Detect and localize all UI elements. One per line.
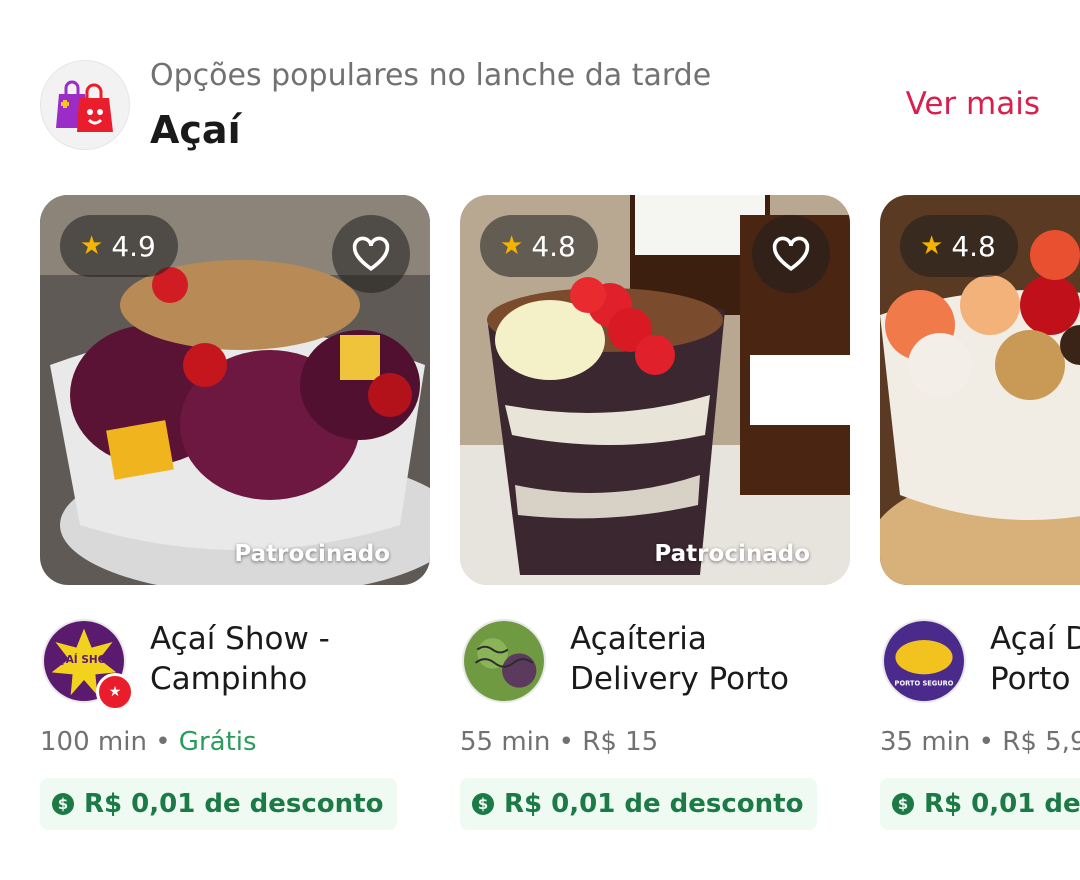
store-card[interactable]: ★ 4.8 PORTO SEGURO Açaí D Porto 35 min •… — [880, 195, 1080, 855]
section-logo — [40, 60, 130, 150]
store-logo: PORTO SEGURO — [882, 619, 966, 703]
discount-badge: $ R$ 0,01 de desconto — [460, 778, 818, 830]
store-name[interactable]: Açaí Show - Campinho — [150, 619, 440, 699]
rating-value: 4.8 — [951, 229, 996, 263]
rating-value: 4.8 — [531, 229, 576, 263]
store-photo[interactable]: ★ 4.9 Patrocinado — [40, 195, 430, 585]
dollar-icon: $ — [892, 793, 914, 815]
heart-icon — [772, 236, 810, 271]
delivery-time: 35 min — [880, 727, 971, 757]
separator-dot: • — [558, 727, 574, 757]
delivery-fee: R$ 5,9 — [1002, 727, 1080, 757]
rating-chip: ★ 4.8 — [900, 215, 1018, 277]
discount-text: R$ 0,01 de desconto — [504, 789, 804, 819]
store-carousel[interactable]: ★ 4.9 Patrocinado AÇAÍ SHOW ★ Açaí Show … — [40, 195, 1080, 855]
store-name[interactable]: Açaíteria Delivery Porto — [570, 619, 860, 699]
separator-dot: • — [978, 727, 994, 757]
store-info: Açaíteria Delivery Porto — [460, 615, 850, 715]
store-photo[interactable]: ★ 4.8 Patrocinado — [460, 195, 850, 585]
svg-text:PORTO SEGURO: PORTO SEGURO — [895, 680, 954, 688]
store-info: AÇAÍ SHOW ★ Açaí Show - Campinho — [40, 615, 430, 715]
svg-text:AÇAÍ SHOW: AÇAÍ SHOW — [50, 653, 119, 666]
store-info: PORTO SEGURO Açaí D Porto — [880, 615, 1080, 715]
discount-text: R$ 0,01 de desconto — [84, 789, 384, 819]
favorite-button[interactable] — [332, 215, 410, 293]
store-card[interactable]: ★ 4.9 Patrocinado AÇAÍ SHOW ★ Açaí Show … — [40, 195, 430, 855]
super-restaurant-badge: ★ — [96, 673, 134, 711]
store-photo[interactable]: ★ 4.8 — [880, 195, 1080, 585]
delivery-fee: R$ 15 — [582, 727, 659, 757]
rating-chip: ★ 4.9 — [60, 215, 178, 277]
section-subtitle: Opções populares no lanche da tarde — [150, 58, 712, 93]
star-icon: ★ — [500, 231, 524, 261]
store-logo — [462, 619, 546, 703]
section-title: Açaí — [150, 108, 241, 152]
sponsored-label: Patrocinado — [654, 541, 810, 567]
delivery-info: 55 min • R$ 15 — [460, 727, 658, 757]
star-icon: ★ — [108, 684, 122, 700]
favorite-button[interactable] — [752, 215, 830, 293]
dollar-icon: $ — [472, 793, 494, 815]
discount-badge: $ R$ 0,01 de — [880, 778, 1080, 830]
delivery-time: 55 min — [460, 727, 551, 757]
star-icon: ★ — [920, 231, 944, 261]
discount-badge: $ R$ 0,01 de desconto — [40, 778, 398, 830]
delivery-time: 100 min — [40, 727, 147, 757]
dollar-icon: $ — [52, 793, 74, 815]
delivery-fee: Grátis — [178, 727, 257, 757]
delivery-info: 35 min • R$ 5,9 — [880, 727, 1080, 757]
delivery-info: 100 min • Grátis — [40, 727, 257, 757]
discount-text: R$ 0,01 de — [924, 789, 1080, 819]
rating-chip: ★ 4.8 — [480, 215, 598, 277]
rating-value: 4.9 — [111, 229, 156, 263]
heart-icon — [352, 236, 390, 271]
separator-dot: • — [155, 727, 171, 757]
sponsored-label: Patrocinado — [234, 541, 390, 567]
store-name[interactable]: Açaí D Porto — [990, 619, 1080, 699]
star-icon: ★ — [80, 231, 104, 261]
see-more-link[interactable]: Ver mais — [906, 86, 1040, 122]
shopping-bags-icon — [56, 80, 113, 132]
store-card[interactable]: ★ 4.8 Patrocinado Açaíteria Delivery Por… — [460, 195, 850, 855]
section-header: Opções populares no lanche da tarde Açaí… — [40, 58, 1040, 158]
